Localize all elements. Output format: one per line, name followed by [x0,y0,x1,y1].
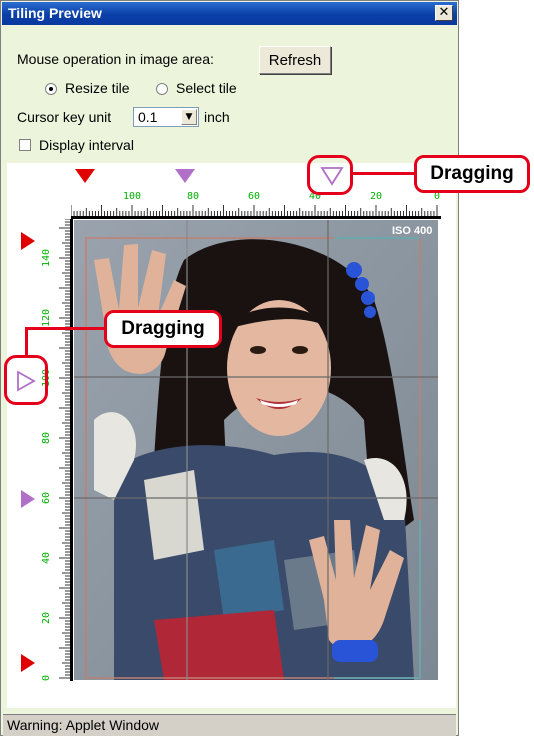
tiling-preview-window: Tiling Preview ✕ Mouse operation in imag… [0,0,459,736]
ruler-label: 100 [123,191,141,202]
iso-label: ISO 400 [392,225,432,237]
horizontal-ruler: 100 80 60 40 20 0 [71,191,441,219]
callout-connector-left-v [25,327,28,357]
tile-marker-left-bottom[interactable] [19,652,37,674]
ruler-label: 120 [41,309,52,327]
ruler-baseline [71,216,441,219]
window-title: Tiling Preview [8,5,102,21]
status-bar: Warning: Applet Window [3,714,456,736]
radio-resize-tile-label[interactable]: Resize tile [65,80,130,96]
ruler-label: 40 [41,552,52,564]
ruler-label: 60 [248,191,260,202]
callout-dragging-top: Dragging [414,155,530,193]
ruler-baseline [70,219,73,681]
ruler-label: 80 [41,432,52,444]
close-button[interactable]: ✕ [435,5,453,21]
ruler-label: 60 [41,492,52,504]
cursor-key-unit-label: Cursor key unit [17,109,112,125]
drag-highlight-top [307,155,353,195]
ruler-ticks [71,205,438,216]
tile-marker-top-middle[interactable] [173,167,197,185]
radio-select-tile-label[interactable]: Select tile [176,80,237,96]
ruler-ticks [59,219,70,679]
ruler-labels: 100 80 60 40 20 0 [123,191,440,202]
cursor-key-unit-select[interactable]: 0.1 ▼ [133,107,199,127]
photo-illustration: ISO 400 [74,220,438,680]
cursor-unit-label: inch [204,109,230,125]
status-text: Warning: Applet Window [7,717,159,733]
ruler-label: 20 [370,191,382,202]
tile-marker-top-left[interactable] [73,167,97,185]
refresh-button[interactable]: Refresh [259,46,331,74]
tile-marker-left-top[interactable] [19,230,37,252]
ruler-label: 80 [187,191,199,202]
display-interval-checkbox[interactable] [19,139,31,151]
title-bar[interactable]: Tiling Preview ✕ [2,2,457,25]
callout-connector-top [353,172,415,175]
callout-connector-left-h [25,327,107,330]
ruler-label: 0 [41,675,52,681]
chevron-down-icon[interactable]: ▼ [181,109,197,125]
display-interval-label[interactable]: Display interval [39,137,134,153]
ruler-label: 140 [41,249,52,267]
tile-marker-left-middle[interactable] [19,488,37,510]
ruler-labels: 140120100806040200 [41,249,52,681]
radio-select-tile[interactable] [156,83,168,95]
preview-image[interactable]: ISO 400 [74,220,438,680]
ruler-label: 20 [41,612,52,624]
radio-selected-dot [49,87,53,91]
drag-highlight-left [4,355,48,405]
cursor-key-unit-value: 0.1 [138,109,158,125]
radio-resize-tile[interactable] [45,83,57,95]
close-icon: ✕ [438,5,450,20]
callout-dragging-left: Dragging [104,310,222,348]
mouse-operation-label: Mouse operation in image area: [17,51,214,67]
vertical-ruler: 140120100806040200 [41,219,73,681]
